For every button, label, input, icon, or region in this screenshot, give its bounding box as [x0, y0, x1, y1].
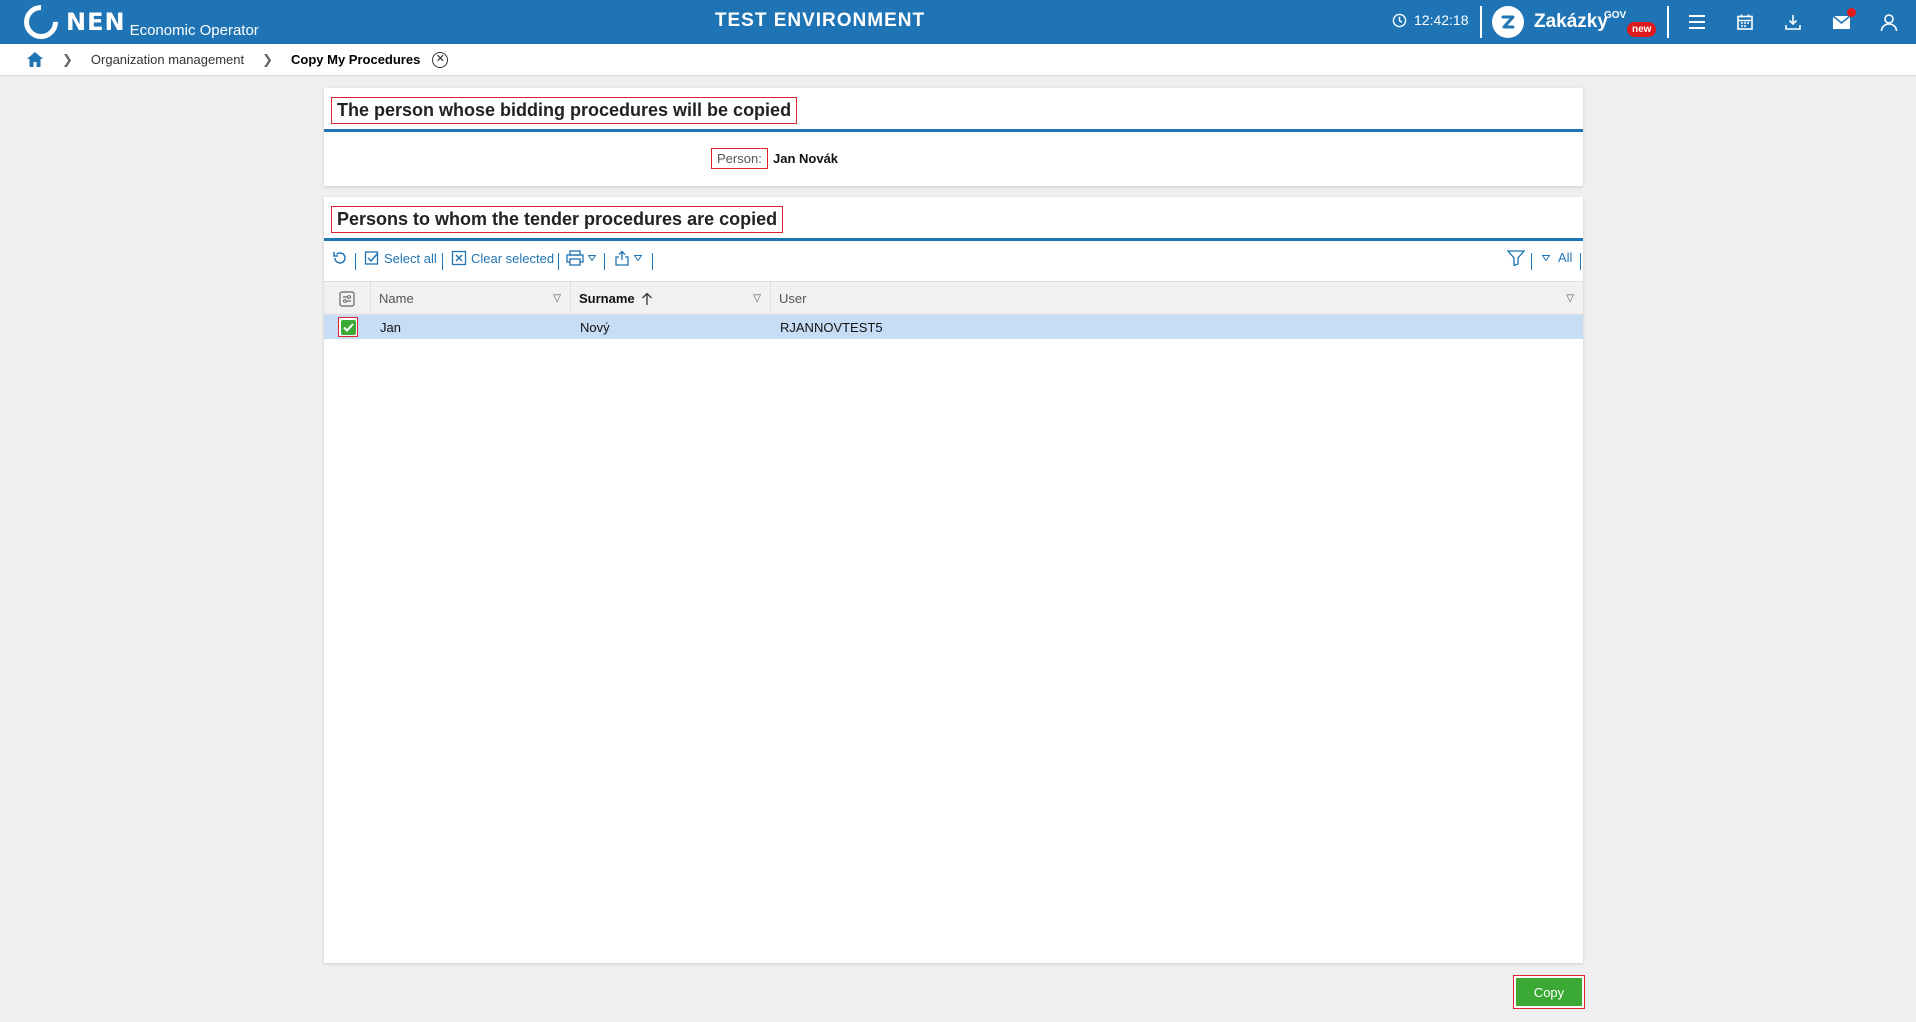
zakazky-gov: GOV [1604, 10, 1627, 21]
copy-button-label: Copy [1516, 978, 1582, 1006]
column-user-label: User [779, 291, 807, 306]
user-icon [1880, 13, 1898, 31]
target-persons-panel: Persons to whom the tender procedures ar… [324, 197, 1583, 963]
toolbar-divider [604, 253, 605, 270]
column-header-name[interactable]: Name ▽ [371, 282, 571, 315]
print-menu-button[interactable] [566, 250, 600, 266]
grid-header: Name ▽ Surname ▽ User ▽ [324, 281, 1583, 315]
column-filter-icon[interactable]: ▽ [553, 293, 561, 304]
messages-button[interactable] [1829, 8, 1856, 34]
home-icon [27, 52, 43, 67]
filter-button[interactable] [1507, 250, 1529, 266]
target-persons-header: Persons to whom the tender procedures ar… [324, 197, 1583, 241]
export-icon [615, 250, 629, 266]
refresh-icon [333, 252, 346, 264]
header-divider [1480, 6, 1482, 38]
source-person-title: The person whose bidding procedures will… [331, 97, 798, 124]
sort-ascending-icon [641, 292, 652, 305]
refresh-button[interactable] [332, 250, 352, 266]
clear-selected-label: Clear selected [471, 250, 555, 266]
chevron-right-icon: ❯ [62, 51, 73, 67]
clear-selected-button[interactable]: Clear selected [451, 250, 554, 266]
header-divider [1667, 6, 1669, 38]
person-value: Jan Novák [773, 151, 839, 166]
row-checkbox[interactable] [338, 317, 358, 337]
select-all-label: Select all [384, 250, 437, 266]
checkmark-icon [340, 319, 356, 335]
user-profile-button[interactable] [1877, 10, 1901, 34]
source-person-panel: The person whose bidding procedures will… [324, 88, 1583, 186]
column-settings-icon [339, 290, 355, 307]
clear-selected-icon [451, 250, 467, 266]
toolbar-divider [1580, 253, 1581, 270]
column-settings-button[interactable] [324, 282, 371, 315]
home-button[interactable] [26, 51, 44, 68]
dropdown-arrow-icon [588, 255, 596, 261]
notification-dot [1847, 8, 1856, 17]
calendar-icon [1737, 14, 1753, 30]
close-icon: ✕ [435, 53, 445, 65]
filter-all-label: All [1558, 250, 1573, 265]
menu-button[interactable] [1685, 10, 1709, 34]
source-person-header: The person whose bidding procedures will… [324, 88, 1583, 132]
column-filter-icon[interactable]: ▽ [1566, 293, 1574, 304]
breadcrumb-organization-management[interactable]: Organization management [91, 52, 244, 67]
chevron-right-icon: ❯ [262, 51, 274, 67]
column-header-surname[interactable]: Surname ▽ [571, 282, 771, 315]
cell-user: RJANNOVTEST5 [780, 319, 883, 335]
copy-button[interactable]: Copy [1513, 975, 1585, 1009]
breadcrumb-copy-my-procedures: Copy My Procedures [291, 52, 421, 67]
column-header-user[interactable]: User ▽ [771, 282, 1583, 315]
toolbar-divider [558, 253, 559, 270]
export-menu-button[interactable] [614, 250, 646, 266]
select-all-button[interactable]: Select all [364, 250, 437, 266]
column-surname-label: Surname [579, 291, 635, 306]
column-filter-icon[interactable]: ▽ [753, 293, 761, 304]
toolbar-divider [1531, 253, 1532, 270]
dropdown-arrow-icon [634, 255, 642, 261]
printer-icon [566, 250, 584, 266]
toolbar-divider [355, 253, 356, 270]
session-clock: 12:42:18 [1392, 12, 1469, 28]
zakazky-text: Zakázky [1534, 11, 1608, 32]
filter-all-dropdown[interactable]: All [1542, 250, 1572, 265]
menu-icon [1689, 15, 1705, 29]
person-label: Person: [711, 148, 768, 169]
cell-surname: Nový [580, 319, 610, 335]
toolbar-divider [442, 253, 443, 270]
clock-time: 12:42:18 [1414, 12, 1469, 28]
calendar-button[interactable] [1733, 10, 1757, 34]
breadcrumb-bar: ❯ Organization management ❯ Copy My Proc… [0, 44, 1916, 76]
dropdown-arrow-icon [1542, 254, 1550, 261]
target-persons-title: Persons to whom the tender procedures ar… [331, 206, 784, 233]
grid-toolbar: Select all Clear selected All [324, 241, 1583, 281]
breadcrumb: ❯ Organization management ❯ Copy My Proc… [26, 51, 449, 68]
select-all-icon [364, 251, 379, 265]
table-row[interactable]: Jan Nový RJANNOVTEST5 [324, 315, 1583, 339]
person-field: Person: Jan Novák [324, 132, 1583, 182]
mail-icon [1831, 14, 1851, 29]
zakazky-link[interactable]: Zakázky GOV new [1492, 6, 1657, 38]
download-button[interactable] [1781, 10, 1805, 34]
app-header: NEN Economic Operator TEST ENVIRONMENT 1… [0, 0, 1916, 47]
clock-icon [1392, 13, 1407, 27]
download-icon [1785, 15, 1801, 30]
filter-icon [1507, 250, 1525, 266]
column-name-label: Name [379, 291, 414, 306]
cell-name: Jan [380, 319, 401, 335]
zakazky-logo-icon [1492, 6, 1524, 38]
new-badge: new [1627, 22, 1657, 37]
toolbar-divider [652, 253, 653, 270]
close-tab-button[interactable]: ✕ [432, 51, 449, 68]
